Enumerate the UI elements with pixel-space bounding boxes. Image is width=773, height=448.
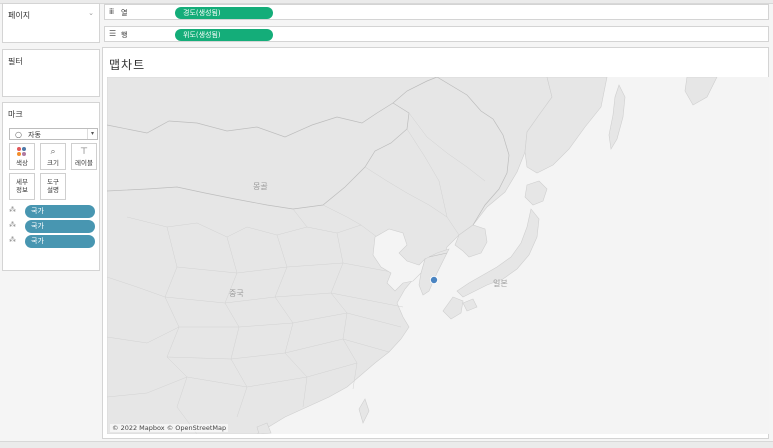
country-pill[interactable]: 국가 xyxy=(25,205,95,218)
columns-shelf[interactable]: ⅲ 열 경도(생성됨) xyxy=(104,4,769,20)
tooltip-button[interactable]: 도구 설명 xyxy=(40,173,66,200)
filters-card[interactable]: 필터 xyxy=(2,49,100,97)
map-label-china: 중국 xyxy=(229,289,244,298)
worksheet-view: 맵차트 몽골 중국 일본 © 2022 Mapbox © OpenStreetM… xyxy=(102,47,769,439)
color-button-label: 색상 xyxy=(16,159,28,167)
filters-title: 필터 xyxy=(8,57,23,66)
rows-shelf[interactable]: ☰ 행 위도(생성됨) xyxy=(104,26,769,42)
bottom-tab-strip xyxy=(0,441,773,448)
columns-icon: ⅲ xyxy=(109,7,115,16)
detail-dots-icon: ⁂ xyxy=(9,221,16,229)
map-area[interactable]: 몽골 중국 일본 © 2022 Mapbox © OpenStreetMap xyxy=(106,76,769,435)
map-label-mongolia: 몽골 xyxy=(253,182,268,191)
color-dots-icon xyxy=(10,146,34,159)
map-label-japan: 일본 xyxy=(493,279,508,288)
country-pill[interactable]: 국가 xyxy=(25,220,95,233)
tooltip-label-line1: 도구 xyxy=(47,178,59,186)
map-credit: © 2022 Mapbox © OpenStreetMap xyxy=(110,424,229,432)
detail-label-line1: 세부 xyxy=(16,178,28,186)
pages-title: 페이지 xyxy=(8,11,31,20)
detail-button[interactable]: 세부 정보 xyxy=(9,173,35,200)
chevron-down-icon: ▾ xyxy=(87,129,97,139)
marks-title: 마크 xyxy=(8,110,23,119)
label-text-icon: ⊤ xyxy=(80,147,88,157)
latitude-pill[interactable]: 위도(생성됨) xyxy=(175,29,273,41)
mark-field-row: ⁂ 국가 xyxy=(9,220,97,233)
longitude-pill[interactable]: 경도(생성됨) xyxy=(175,7,273,19)
rows-icon: ☰ xyxy=(109,29,117,38)
size-button-label: 크기 xyxy=(47,159,59,167)
country-pill[interactable]: 국가 xyxy=(25,235,95,248)
detail-dots-icon: ⁂ xyxy=(9,206,16,214)
rows-label: 행 xyxy=(121,31,128,39)
pages-menu-caret-icon[interactable]: ⌄ xyxy=(88,9,94,17)
marks-card: 마크 ○ 자동 ▾ 색상 ⌕ 크기 ⊤ 레이블 세부 정보 도구 설명 ⁂ 국가 xyxy=(2,102,100,271)
color-button[interactable]: 색상 xyxy=(9,143,35,170)
detail-dots-icon: ⁂ xyxy=(9,236,16,244)
size-icon: ⌕ xyxy=(50,147,56,157)
label-button-label: 레이블 xyxy=(75,159,93,167)
mark-type-value: 자동 xyxy=(28,131,41,139)
size-button[interactable]: ⌕ 크기 xyxy=(40,143,66,170)
sheet-title[interactable]: 맵차트 xyxy=(109,56,145,73)
pages-card: 페이지 ⌄ xyxy=(2,3,100,43)
columns-label: 열 xyxy=(121,9,128,17)
map-svg: 몽골 중국 일본 xyxy=(106,76,769,435)
mark-type-dropdown[interactable]: ○ 자동 ▾ xyxy=(9,128,98,140)
data-point-korea[interactable] xyxy=(429,275,438,284)
mark-field-row: ⁂ 국가 xyxy=(9,205,97,218)
mark-field-row: ⁂ 국가 xyxy=(9,235,97,248)
label-button[interactable]: ⊤ 레이블 xyxy=(71,143,97,170)
tooltip-label-line2: 설명 xyxy=(47,186,59,194)
circle-mark-icon: ○ xyxy=(15,130,22,139)
detail-label-line2: 정보 xyxy=(16,186,28,194)
